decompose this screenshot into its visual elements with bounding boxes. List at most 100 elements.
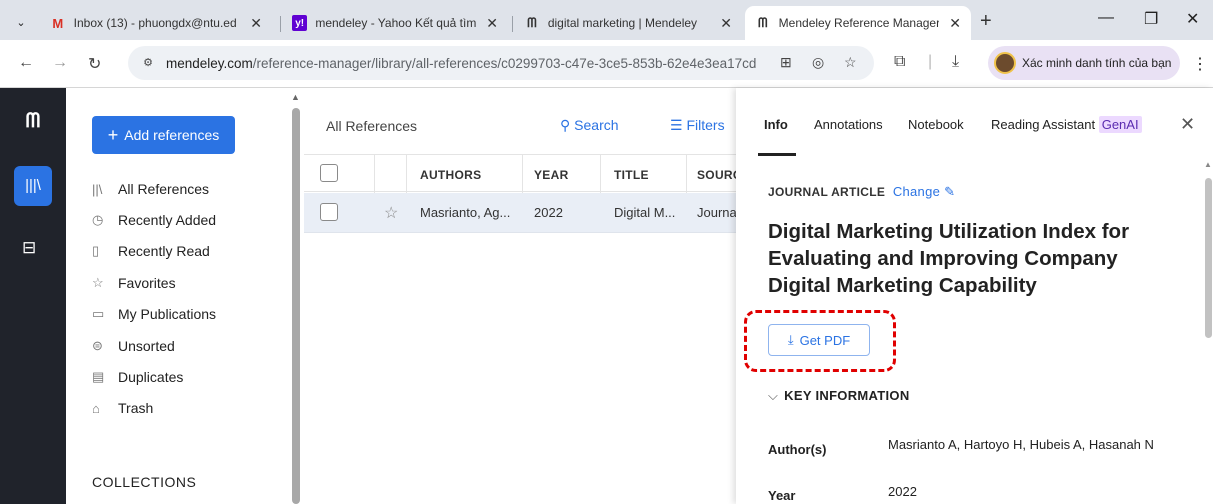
download-icon: ⤓ (787, 332, 794, 347)
change-type-link[interactable]: Change ✎ (893, 184, 955, 199)
document-type: JOURNAL ARTICLE Change ✎ (768, 184, 955, 200)
sidebar-item-unsorted[interactable]: ⊜ Unsorted (92, 331, 272, 361)
inbox-icon: ⊜ (92, 338, 103, 353)
sidebar-item-label: Unsorted (118, 338, 175, 354)
column-header-title[interactable]: TITLE (614, 168, 649, 182)
tab-reading-assistant[interactable]: Reading Assistant GenAI (991, 116, 1142, 133)
tab-title: Inbox (13) - phuongdx@ntu.ed (73, 16, 237, 30)
extensions-icon[interactable]: ⧉ (894, 53, 905, 71)
profile-chip[interactable]: Xác minh danh tính của bạn (988, 46, 1180, 80)
library-sidebar: + Add references ||\ All References ◷ Re… (66, 88, 288, 504)
url-text[interactable]: mendeley.com/reference-manager/library/a… (166, 56, 756, 71)
reference-title[interactable]: Digital Marketing Utilization Index for … (768, 218, 1178, 299)
browser-tab-mendeley-search[interactable]: ᗰ digital marketing | Mendeley ✕ (514, 6, 742, 40)
library-nav-icon[interactable]: |||\ (14, 166, 52, 206)
select-all-checkbox[interactable] (320, 164, 338, 182)
search-button[interactable]: ⚲ Search (560, 117, 619, 134)
sidebar-item-label: My Publications (118, 306, 217, 322)
eye-off-icon[interactable]: ◎ (812, 54, 824, 71)
column-header-year[interactable]: YEAR (534, 168, 569, 182)
close-tab-icon[interactable]: ✕ (486, 15, 498, 32)
restore-window-icon[interactable]: ❐ (1144, 9, 1158, 29)
translate-icon[interactable]: ⊞ (780, 54, 792, 71)
gmail-icon: M (52, 15, 64, 31)
column-header-authors[interactable]: AUTHORS (420, 168, 481, 182)
avatar (994, 52, 1016, 74)
browser-toolbar: ← → ↻ ⚙ mendeley.com/reference-manager/l… (0, 40, 1213, 88)
favorite-star-icon[interactable]: ☆ (384, 203, 398, 223)
column-divider (406, 155, 407, 193)
filters-button[interactable]: ☰ Filters (670, 117, 725, 134)
column-divider (522, 155, 523, 193)
key-information-toggle[interactable]: ⌵ KEY INFORMATION (768, 388, 910, 404)
reference-details-panel: Info Annotations Notebook Reading Assist… (736, 88, 1213, 504)
tab-divider (280, 16, 281, 32)
search-label: Search (574, 117, 619, 133)
address-bar[interactable]: ⚙ mendeley.com/reference-manager/library… (128, 46, 874, 80)
minimize-icon[interactable]: — (1098, 9, 1114, 27)
close-panel-icon[interactable]: ✕ (1180, 114, 1195, 135)
back-arrow-icon[interactable]: ← (18, 54, 34, 72)
document-type-label: JOURNAL ARTICLE (768, 185, 886, 199)
close-tab-icon[interactable]: ✕ (720, 15, 732, 32)
bookmark-star-icon[interactable]: ☆ (844, 54, 857, 71)
tab-info[interactable]: Info (764, 117, 788, 132)
column-header-source[interactable]: SOURCE (697, 168, 736, 182)
details-scrollbar[interactable]: ▲ (1204, 160, 1213, 504)
plus-icon: + (107, 124, 119, 145)
column-divider (600, 155, 601, 193)
field-value-authors[interactable]: Masrianto A, Hartoyo H, Hubeis A, Hasana… (888, 437, 1178, 453)
scroll-up-arrow-icon[interactable]: ▲ (1204, 160, 1212, 169)
sidebar-item-favorites[interactable]: ☆ Favorites (92, 268, 272, 298)
new-tab-plus-icon[interactable]: + (980, 10, 992, 33)
sidebar-item-recently-read[interactable]: ▯ Recently Read (92, 236, 272, 266)
sidebar-item-trash[interactable]: ⌂ Trash (92, 393, 272, 423)
publication-icon: ▭ (92, 306, 105, 321)
browser-tab-yahoo[interactable]: y! mendeley - Yahoo Kết quả tìm k ✕ (282, 6, 508, 40)
bookmark-icon: ▯ (92, 243, 100, 258)
mendeley-logo-icon[interactable]: ᗰ (18, 110, 48, 132)
library-icon: ||\ (92, 181, 103, 197)
tab-annotations[interactable]: Annotations (814, 117, 883, 132)
sidebar-item-my-publications[interactable]: ▭ My Publications (92, 299, 272, 329)
notebook-nav-icon[interactable]: ⊟ (22, 238, 36, 258)
tab-title: digital marketing | Mendeley (547, 16, 698, 30)
sidebar-scrollbar[interactable]: ▲ (288, 88, 304, 504)
browser-tab-gmail[interactable]: M Inbox (13) - phuongdx@ntu.ed ✕ (40, 6, 272, 40)
row-checkbox[interactable] (320, 203, 338, 221)
trash-icon: ⌂ (92, 400, 100, 416)
add-references-button[interactable]: + Add references (92, 116, 235, 154)
browser-tab-mendeley-manager[interactable]: ᗰ Mendeley Reference Manager ✕ (745, 6, 971, 40)
cell-source: Journa (697, 205, 736, 220)
mendeley-icon: ᗰ (527, 15, 537, 30)
forward-arrow-icon[interactable]: → (52, 54, 68, 72)
table-row[interactable]: ☆ Masrianto, Ag... 2022 Digital M... Jou… (304, 193, 736, 233)
download-icon[interactable]: ⤓ (952, 53, 959, 71)
yahoo-icon: y! (292, 15, 308, 31)
tab-notebook[interactable]: Notebook (908, 117, 964, 132)
close-window-icon[interactable]: ✕ (1186, 9, 1199, 29)
sidebar-item-recently-added[interactable]: ◷ Recently Added (92, 205, 272, 235)
browser-menu-icon[interactable]: ⋮ (1192, 54, 1208, 74)
active-tab-indicator (758, 153, 796, 156)
get-pdf-button[interactable]: ⤓ Get PDF (768, 324, 870, 356)
field-label-authors: Author(s) (768, 442, 827, 457)
reload-icon[interactable]: ↻ (88, 54, 101, 74)
genai-badge: GenAI (1098, 116, 1142, 133)
close-tab-icon[interactable]: ✕ (949, 15, 961, 32)
reading-assistant-label: Reading Assistant (991, 117, 1096, 132)
cell-year: 2022 (534, 205, 563, 220)
sidebar-item-duplicates[interactable]: ▤ Duplicates (92, 362, 272, 392)
get-pdf-label: Get PDF (799, 332, 851, 348)
site-settings-icon[interactable]: ⚙ (138, 53, 158, 73)
close-tab-icon[interactable]: ✕ (250, 15, 262, 32)
tab-search-chevron-icon[interactable]: ⌄ (10, 12, 32, 34)
scrollbar-thumb[interactable] (1205, 178, 1212, 338)
scrollbar-thumb[interactable] (292, 108, 300, 504)
scroll-up-arrow-icon[interactable]: ▲ (291, 92, 300, 102)
duplicate-icon: ▤ (92, 369, 105, 384)
clock-icon: ◷ (92, 212, 104, 227)
field-value-year[interactable]: 2022 (888, 484, 1178, 500)
chevron-down-icon: ⌵ (768, 388, 779, 403)
sidebar-item-all-references[interactable]: ||\ All References (92, 174, 272, 204)
